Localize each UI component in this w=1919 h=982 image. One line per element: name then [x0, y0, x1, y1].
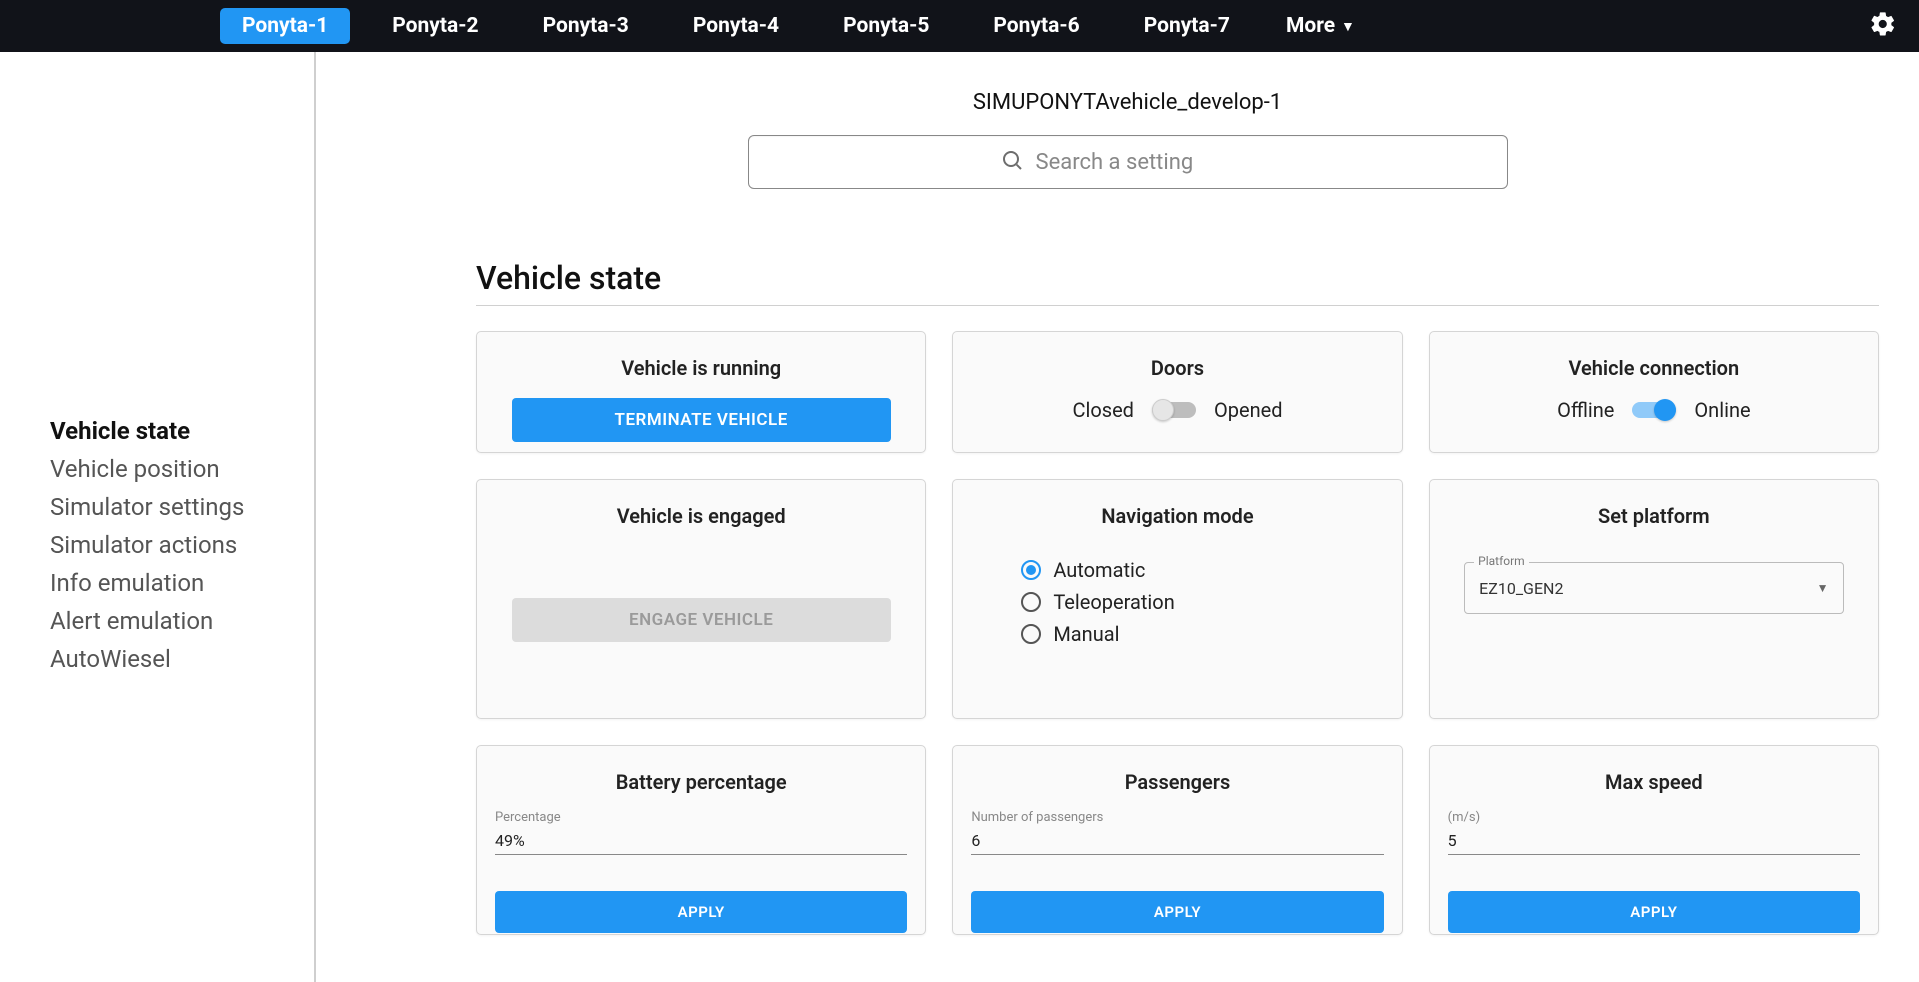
tab-ponyta-2[interactable]: Ponyta-2	[370, 8, 500, 44]
nav-mode-manual[interactable]: Manual	[1021, 622, 1174, 646]
card-set-platform: Set platform Platform EZ10_GEN2 ▼	[1429, 479, 1879, 719]
passengers-apply-button[interactable]: APPLY	[971, 891, 1383, 933]
card-doors: Doors Closed Opened	[952, 331, 1402, 453]
tab-ponyta-5[interactable]: Ponyta-5	[821, 8, 951, 44]
card-title: Navigation mode	[1101, 504, 1253, 528]
radio-label: Manual	[1053, 622, 1119, 646]
radio-icon	[1021, 592, 1041, 612]
card-title: Vehicle is engaged	[617, 504, 786, 528]
chevron-down-icon: ▼	[1817, 581, 1829, 595]
doors-closed-label: Closed	[1072, 398, 1134, 422]
chevron-down-icon: ▼	[1341, 18, 1355, 35]
sidebar-item-simulator-actions[interactable]: Simulator actions	[50, 526, 294, 564]
vehicle-tabs: Ponyta-1 Ponyta-2 Ponyta-3 Ponyta-4 Pony…	[220, 8, 1369, 44]
card-title: Vehicle connection	[1568, 356, 1739, 380]
connection-online-label: Online	[1694, 398, 1750, 422]
sidebar-item-alert-emulation[interactable]: Alert emulation	[50, 602, 294, 640]
battery-apply-button[interactable]: APPLY	[495, 891, 907, 933]
more-label: More	[1286, 14, 1335, 38]
radio-icon	[1021, 560, 1041, 580]
card-title: Doors	[1151, 356, 1204, 380]
cards-grid: Vehicle is running TERMINATE VEHICLE Doo…	[476, 331, 1879, 935]
passengers-input[interactable]	[971, 825, 1383, 855]
tab-ponyta-7[interactable]: Ponyta-7	[1122, 8, 1252, 44]
maxspeed-field-label: (m/s)	[1448, 810, 1860, 825]
terminate-vehicle-button[interactable]: TERMINATE VEHICLE	[512, 398, 891, 442]
card-vehicle-running: Vehicle is running TERMINATE VEHICLE	[476, 331, 926, 453]
nav-mode-automatic[interactable]: Automatic	[1021, 558, 1174, 582]
battery-field-label: Percentage	[495, 810, 907, 825]
doors-opened-label: Opened	[1214, 398, 1283, 422]
tab-ponyta-4[interactable]: Ponyta-4	[671, 8, 801, 44]
radio-icon	[1021, 624, 1041, 644]
card-battery-percentage: Battery percentage Percentage APPLY	[476, 745, 926, 935]
page-title: SIMUPONYTAvehicle_develop-1	[973, 90, 1282, 115]
tab-ponyta-1[interactable]: Ponyta-1	[220, 8, 350, 44]
search-input[interactable]	[1036, 150, 1256, 175]
card-title: Set platform	[1598, 504, 1710, 528]
search-box[interactable]	[748, 135, 1508, 189]
maxspeed-apply-button[interactable]: APPLY	[1448, 891, 1860, 933]
tab-ponyta-3[interactable]: Ponyta-3	[521, 8, 651, 44]
card-title: Vehicle is running	[621, 356, 781, 380]
card-title: Battery percentage	[616, 770, 787, 794]
platform-select-legend: Platform	[1474, 554, 1529, 568]
sidebar: Vehicle state Vehicle position Simulator…	[0, 52, 316, 982]
card-vehicle-engaged: Vehicle is engaged ENGAGE VEHICLE	[476, 479, 926, 719]
card-vehicle-connection: Vehicle connection Offline Online	[1429, 331, 1879, 453]
sidebar-item-autowiesel[interactable]: AutoWiesel	[50, 640, 294, 678]
sidebar-item-vehicle-state[interactable]: Vehicle state	[50, 412, 294, 450]
battery-percentage-input[interactable]	[495, 825, 907, 855]
settings-gear-button[interactable]	[1869, 10, 1897, 42]
card-navigation-mode: Navigation mode Automatic Teleoperation	[952, 479, 1402, 719]
connection-toggle[interactable]	[1632, 400, 1676, 420]
sidebar-item-vehicle-position[interactable]: Vehicle position	[50, 450, 294, 488]
doors-toggle[interactable]	[1152, 400, 1196, 420]
sidebar-item-simulator-settings[interactable]: Simulator settings	[50, 488, 294, 526]
top-navigation-bar: Ponyta-1 Ponyta-2 Ponyta-3 Ponyta-4 Pony…	[0, 0, 1919, 52]
card-passengers: Passengers Number of passengers APPLY	[952, 745, 1402, 935]
platform-select[interactable]: EZ10_GEN2 ▼	[1464, 562, 1843, 614]
sidebar-item-info-emulation[interactable]: Info emulation	[50, 564, 294, 602]
navigation-mode-radio-group: Automatic Teleoperation Manual	[971, 558, 1174, 646]
radio-label: Teleoperation	[1053, 590, 1174, 614]
card-title: Passengers	[1125, 770, 1231, 794]
search-icon	[1000, 148, 1024, 176]
gear-icon	[1869, 23, 1897, 42]
connection-offline-label: Offline	[1557, 398, 1614, 422]
main-content: SIMUPONYTAvehicle_develop-1 Vehicle stat…	[316, 52, 1919, 982]
platform-select-value: EZ10_GEN2	[1479, 579, 1563, 598]
tab-ponyta-6[interactable]: Ponyta-6	[971, 8, 1101, 44]
section-title-vehicle-state: Vehicle state	[476, 259, 1879, 306]
engage-vehicle-button[interactable]: ENGAGE VEHICLE	[512, 598, 891, 642]
radio-label: Automatic	[1053, 558, 1145, 582]
card-max-speed: Max speed (m/s) APPLY	[1429, 745, 1879, 935]
nav-mode-teleoperation[interactable]: Teleoperation	[1021, 590, 1174, 614]
passengers-field-label: Number of passengers	[971, 810, 1383, 825]
card-title: Max speed	[1605, 770, 1703, 794]
maxspeed-input[interactable]	[1448, 825, 1860, 855]
tabs-more-dropdown[interactable]: More ▼	[1272, 8, 1369, 44]
